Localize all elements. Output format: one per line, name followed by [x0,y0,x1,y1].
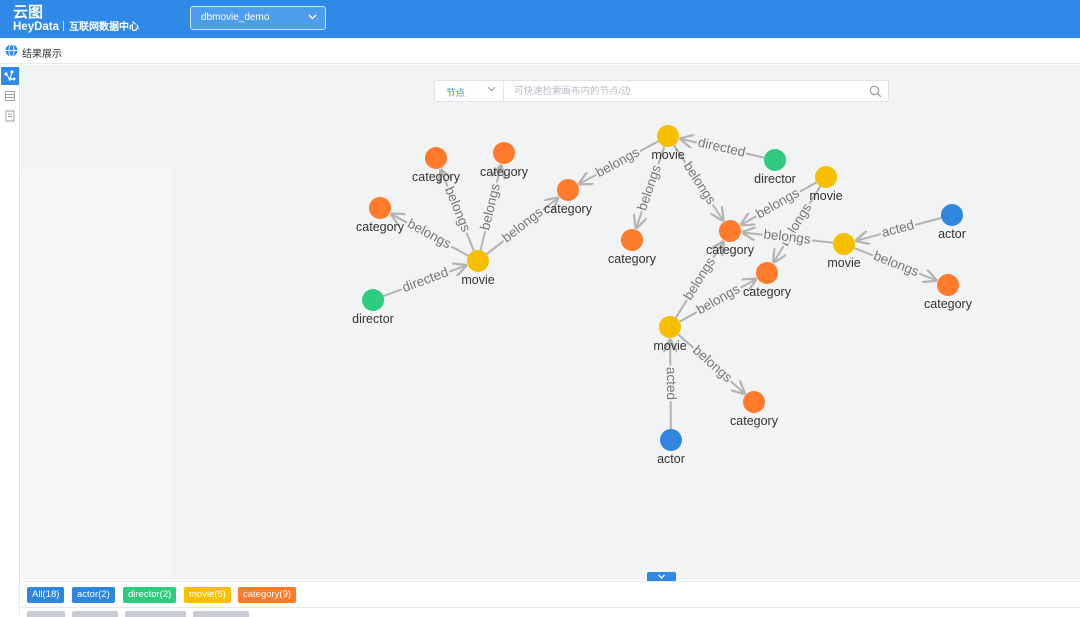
node-label: category [544,202,593,216]
node-label: category [412,170,461,184]
graph-node-category[interactable] [493,142,515,164]
node-label: movie [827,256,860,270]
node-label: category [608,252,657,266]
node-label: movie [809,189,842,203]
graph-node-movie[interactable] [833,233,855,255]
edge-label: belongs [477,182,503,232]
legend-chip-director[interactable]: director(2) [123,587,177,603]
node-label: movie [461,273,494,287]
chevron-down-icon [487,86,496,92]
node-label: category [730,414,779,428]
graph-node-category[interactable] [743,391,765,413]
bottom-tab[interactable] [125,611,186,617]
graph-node-category[interactable] [425,147,447,169]
graph-node-category[interactable] [719,220,741,242]
bottom-tab[interactable] [27,611,65,617]
graph-search: 节点 [434,80,889,102]
graph-node-director[interactable] [764,149,786,171]
legend-chip-actor[interactable]: actor(2) [72,587,115,603]
edge-label: acted [664,367,679,400]
graph-node-category[interactable] [557,179,579,201]
legend-bar: All(18) actor(2) director(2) movie(5) ca… [21,581,1080,607]
graph-node-category[interactable] [621,229,643,251]
node-label: movie [651,148,684,162]
chevron-down-icon [658,574,665,579]
bottom-tab[interactable] [193,611,249,617]
edge-label: belongs [681,159,720,207]
edge-label: belongs [634,163,664,213]
search-input[interactable] [505,81,865,101]
node-label: director [754,172,796,186]
graph-node-movie[interactable] [467,250,489,272]
node-label: director [352,312,394,326]
node-label: actor [938,227,966,241]
legend-chip-all[interactable]: All(18) [27,587,65,603]
graph-node-movie[interactable] [815,166,837,188]
search-type-value: 节点 [446,88,466,99]
graph-node-category[interactable] [756,262,778,284]
edge-label: belongs [763,226,812,246]
legend-chip-category[interactable]: category(9) [238,587,297,603]
node-label: category [924,297,973,311]
node-label: category [480,165,529,179]
edge-label: belongs [499,204,546,245]
node-label: category [706,243,755,257]
edge-label: belongs [405,216,454,252]
node-label: movie [653,339,686,353]
graph-node-movie[interactable] [659,316,681,338]
graph-node-actor[interactable] [941,204,963,226]
graph-node-director[interactable] [362,289,384,311]
node-label: actor [657,452,685,466]
node-label: category [356,220,405,234]
search-type-select[interactable]: 节点 [435,81,504,101]
search-icon[interactable] [869,85,882,98]
graph-node-category[interactable] [369,197,391,219]
legend-chip-movie[interactable]: movie(5) [184,587,231,603]
bottom-tab[interactable] [72,611,118,617]
graph-node-movie[interactable] [657,125,679,147]
graph-node-actor[interactable] [660,429,682,451]
edge-label: belongs [690,342,735,385]
edge-label: acted [880,217,916,240]
edge-label: belongs [593,144,642,180]
edge-label: belongs [442,184,474,234]
node-label: category [743,285,792,299]
graph-node-category[interactable] [937,274,959,296]
edge-label: directed [400,264,450,295]
edge-label: directed [697,135,747,160]
edge-label: belongs [872,248,922,279]
